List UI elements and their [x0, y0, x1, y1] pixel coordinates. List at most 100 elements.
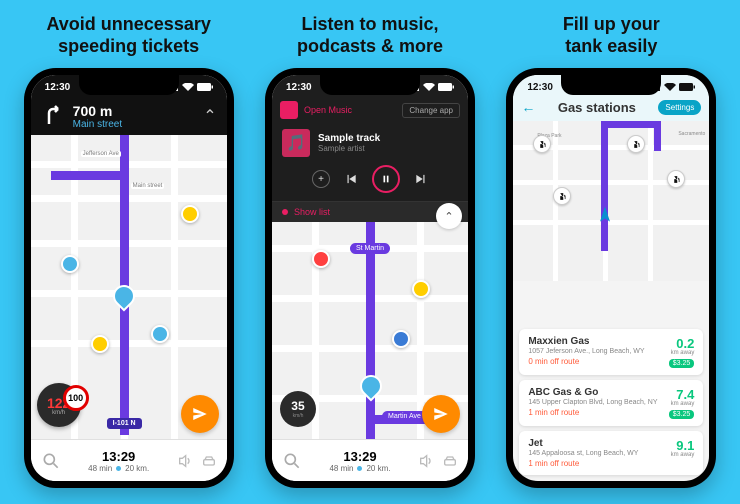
next-icon[interactable]	[414, 172, 428, 186]
carpool-icon[interactable]	[201, 453, 217, 469]
station-distance: 0.2	[676, 336, 694, 351]
map-user-pin[interactable]	[392, 330, 410, 348]
report-button[interactable]	[181, 395, 219, 433]
bottom-bar: 13:29 48 min 20 km.	[31, 439, 227, 481]
pause-icon	[381, 174, 391, 184]
notch	[320, 75, 420, 95]
station-distance-unit: km away	[671, 350, 695, 356]
trip-duration: 48 min	[329, 464, 353, 473]
speedometer[interactable]: 35 km/h	[280, 391, 316, 427]
notch	[561, 75, 661, 95]
search-icon[interactable]	[282, 451, 302, 471]
bottom-bar: 13:29 48 min20 km.	[272, 439, 468, 481]
station-name: Jet	[528, 438, 662, 449]
prev-icon[interactable]	[344, 172, 358, 186]
status-time: 12:30	[45, 82, 71, 93]
map-hazard-pin[interactable]	[412, 280, 430, 298]
report-icon	[432, 405, 450, 423]
page-title: Gas stations	[541, 100, 652, 115]
station-address: 145 Appaloosa st, Long Beach, WY	[528, 450, 662, 457]
street-pill-1: St Martin	[350, 243, 390, 254]
gas-pin[interactable]	[533, 135, 551, 153]
track-artist: Sample artist	[318, 144, 458, 153]
collapse-button[interactable]: ⌃	[436, 203, 462, 229]
arrival-time: 13:29	[61, 449, 177, 464]
heading-3: Fill up your tank easily	[563, 12, 660, 60]
gas-pin[interactable]	[667, 170, 685, 188]
screen-1: Jefferson Ave Main street I-101 N 700 m …	[31, 75, 227, 481]
map-hazard-pin[interactable]	[181, 205, 199, 223]
station-list: Maxxien Gas 1057 Jeferson Ave., Long Bea…	[519, 329, 703, 475]
change-app-button[interactable]: Change app	[402, 103, 460, 118]
panel-2: Listen to music, podcasts & more St Mart…	[257, 12, 482, 504]
map-label-2: Sacramento	[678, 131, 705, 137]
station-name: ABC Gas & Go	[528, 387, 660, 398]
settings-button[interactable]: Settings	[658, 100, 701, 115]
chevron-up-icon[interactable]: ⌃	[203, 106, 216, 126]
speed-limit-sign: 100	[63, 385, 89, 411]
road-label-2: Main street	[131, 183, 165, 189]
battery-icon	[679, 83, 695, 91]
gas-pin[interactable]	[627, 135, 645, 153]
map-hazard-pin[interactable]	[91, 335, 109, 353]
gas-pin[interactable]	[553, 187, 571, 205]
route-label: I-101 N	[107, 418, 142, 429]
open-music-link[interactable]: Open Music	[304, 105, 352, 115]
phone-2: St Martin Martin Ave Open Music Change a…	[265, 68, 475, 488]
add-button[interactable]: +	[312, 170, 330, 188]
station-card[interactable]: Maxxien Gas 1057 Jeferson Ave., Long Bea…	[519, 329, 703, 375]
station-distance: 9.1	[676, 438, 694, 453]
station-distance: 7.4	[676, 387, 694, 402]
trip-duration: 48 min	[88, 464, 112, 473]
station-address: 145 Upper Clapton Blvd, Long Beach, NY	[528, 399, 660, 406]
wifi-icon	[664, 83, 676, 91]
station-card[interactable]: ABC Gas & Go 145 Upper Clapton Blvd, Lon…	[519, 380, 703, 426]
search-icon[interactable]	[41, 451, 61, 471]
arrival-time: 13:29	[302, 449, 418, 464]
user-location-pin	[108, 280, 139, 311]
sound-icon[interactable]	[177, 453, 193, 469]
trip-remaining: 20 km.	[125, 464, 149, 473]
back-button[interactable]: ←	[521, 99, 535, 115]
street-pill-2: Martin Ave	[382, 411, 427, 422]
station-name: Maxxien Gas	[528, 336, 660, 347]
nav-street: Main street	[73, 119, 122, 130]
album-art: 🎵	[282, 129, 310, 157]
map-car-pin[interactable]	[61, 255, 79, 273]
speed-unit: km/h	[293, 413, 304, 419]
show-list-label: Show list	[294, 207, 330, 217]
heading-1: Avoid unnecessary speeding tickets	[46, 12, 210, 60]
panel-1: Avoid unnecessary speeding tickets Jeffe…	[16, 12, 241, 504]
phone-3: Plaza Park Sacramento ← Gas stations Set…	[506, 68, 716, 488]
report-button[interactable]	[422, 395, 460, 433]
speed-value: 35	[291, 399, 304, 413]
track-name: Sample track	[318, 133, 458, 144]
station-price: $3.25	[669, 410, 695, 419]
sound-icon[interactable]	[418, 453, 434, 469]
pause-button[interactable]	[372, 165, 400, 193]
station-distance-unit: km away	[671, 452, 695, 458]
screen-3: Plaza Park Sacramento ← Gas stations Set…	[513, 75, 709, 481]
carpool-icon[interactable]	[442, 453, 458, 469]
map-car-pin[interactable]	[151, 325, 169, 343]
station-price: $3.25	[669, 359, 695, 368]
notch	[79, 75, 179, 95]
status-time: 12:30	[286, 82, 312, 93]
map-alert-pin[interactable]	[312, 250, 330, 268]
music-app-icon	[280, 101, 298, 119]
road-label-1: Jefferson Ave	[81, 151, 121, 157]
station-address: 1057 Jeferson Ave., Long Beach, WY	[528, 348, 660, 355]
status-time: 12:30	[527, 82, 553, 93]
phone-1: Jefferson Ave Main street I-101 N 700 m …	[24, 68, 234, 488]
report-icon	[191, 405, 209, 423]
station-card[interactable]: Jet 145 Appaloosa st, Long Beach, WY 1 m…	[519, 431, 703, 475]
station-distance-unit: km away	[671, 401, 695, 407]
heading-2: Listen to music, podcasts & more	[297, 12, 443, 60]
battery-icon	[197, 83, 213, 91]
station-offroute: 1 min off route	[528, 459, 662, 468]
screen-2: St Martin Martin Ave Open Music Change a…	[272, 75, 468, 481]
nav-arrow-icon	[595, 205, 615, 225]
showcase-stage: Avoid unnecessary speeding tickets Jeffe…	[0, 0, 740, 504]
battery-icon	[438, 83, 454, 91]
wifi-icon	[423, 83, 435, 91]
